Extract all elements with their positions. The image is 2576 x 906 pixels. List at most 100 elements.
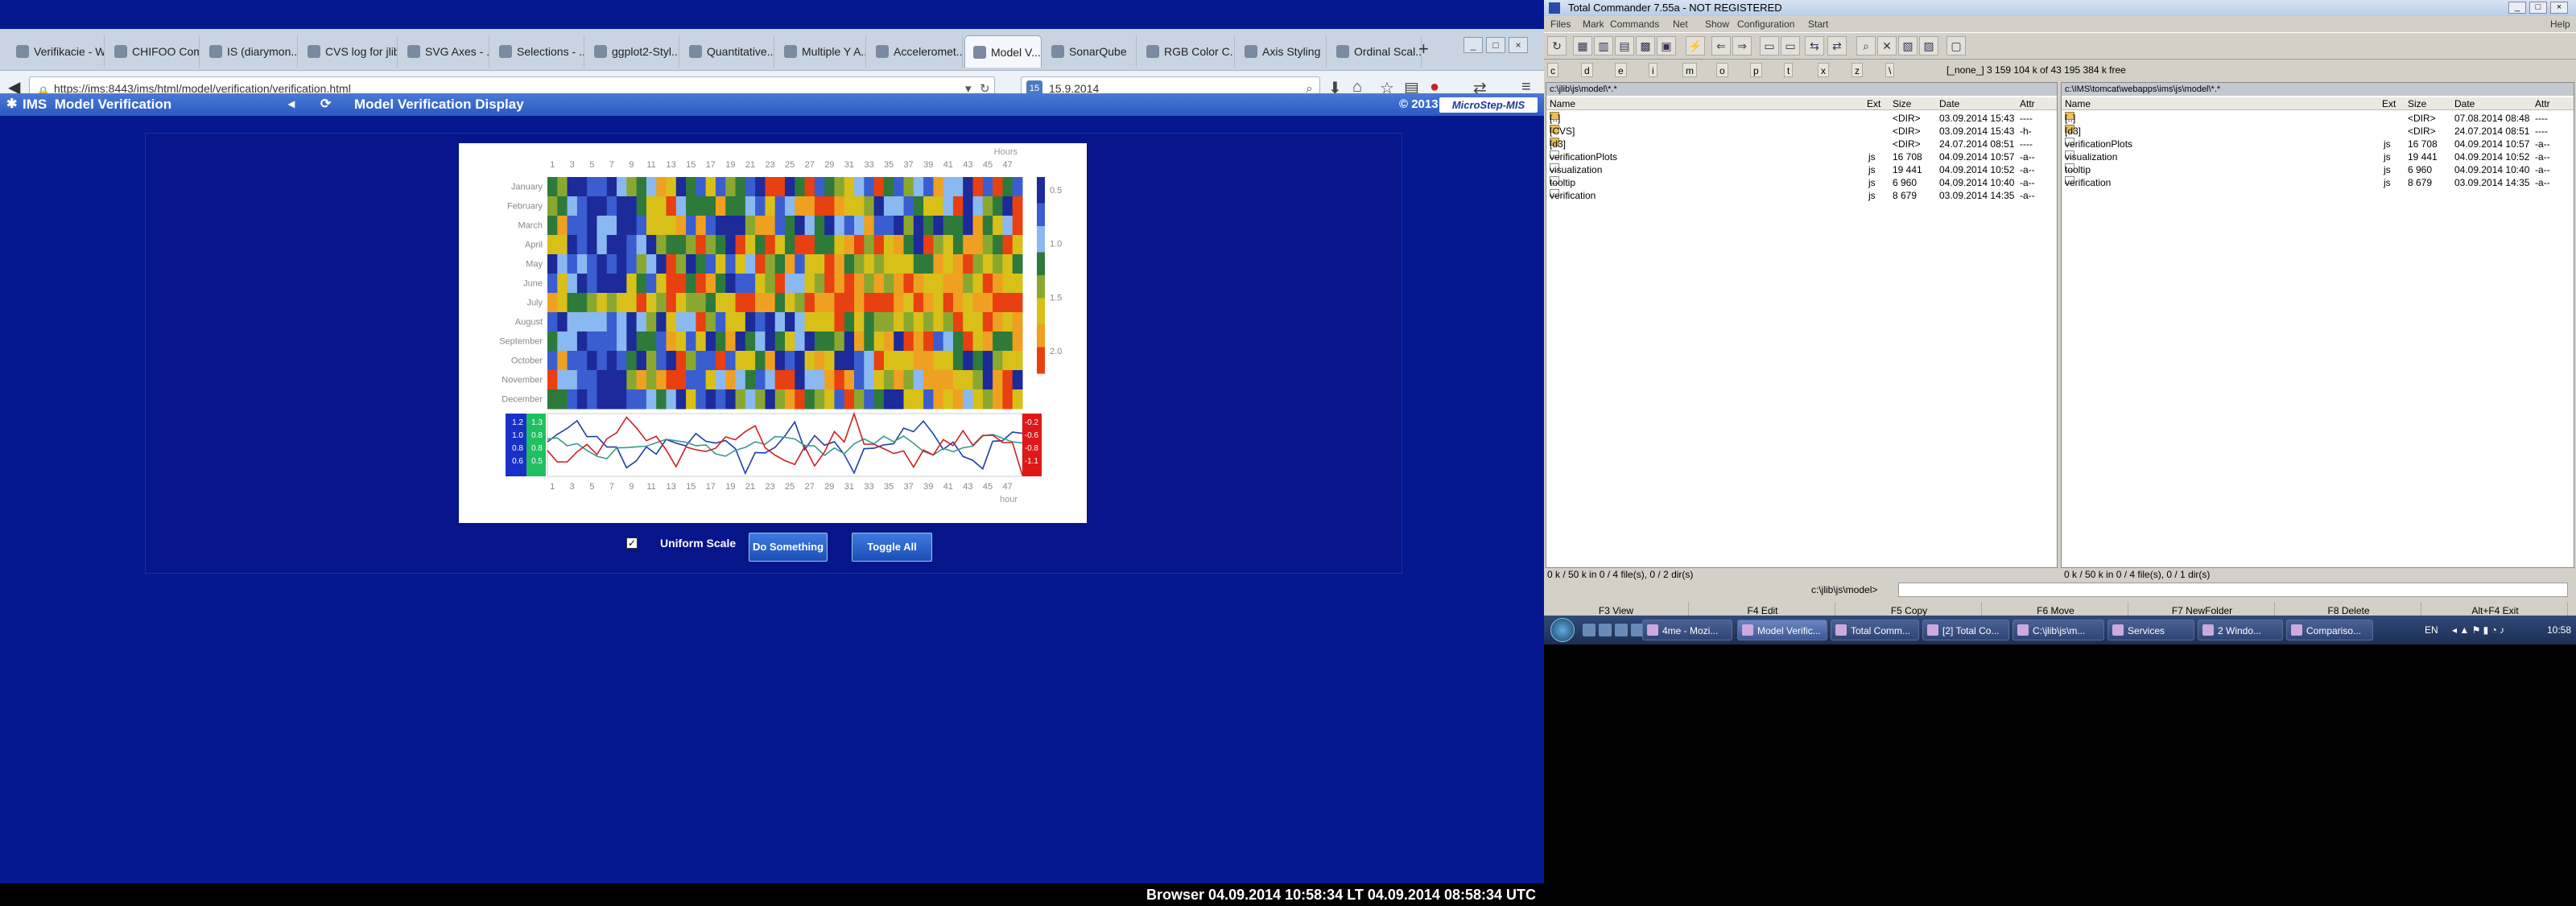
heatmap-cell[interactable] [864, 389, 875, 410]
heatmap-cell[interactable] [804, 351, 815, 371]
heatmap-cell[interactable] [686, 177, 696, 197]
heatmap-cell[interactable] [547, 196, 558, 216]
heatmap-cell[interactable] [617, 312, 627, 332]
heatmap-cell[interactable] [735, 293, 746, 313]
heatmap-cell[interactable] [705, 216, 716, 236]
heatmap-cell[interactable] [814, 254, 825, 274]
heatmap-cell[interactable] [666, 312, 677, 332]
heatmap-cell[interactable] [686, 216, 696, 236]
heatmap-cell[interactable] [894, 332, 904, 352]
heatmap-cell[interactable] [774, 389, 786, 410]
heatmap-cell[interactable] [993, 332, 1003, 352]
heatmap-cell[interactable] [646, 235, 657, 255]
heatmap-cell[interactable] [686, 351, 696, 371]
heatmap-cell[interactable] [923, 177, 934, 197]
heatmap-cell[interactable] [686, 274, 696, 294]
heatmap-cell[interactable] [617, 370, 627, 390]
tc-file-row[interactable]: verification js 8 679 03.09.2014 14:35 -a-- [1546, 189, 2057, 202]
heatmap-cell[interactable] [725, 332, 737, 352]
tc-toolbar-icon[interactable]: ⇄ [1827, 36, 1847, 56]
heatmap-cell[interactable] [923, 235, 934, 255]
heatmap-cell[interactable] [636, 274, 647, 294]
heatmap-cell[interactable] [873, 351, 885, 371]
heatmap-cell[interactable] [656, 196, 667, 216]
heatmap-cell[interactable] [814, 196, 825, 216]
heatmap-cell[interactable] [774, 332, 786, 352]
heatmap-cell[interactable] [745, 177, 756, 197]
heatmap-cell[interactable] [854, 196, 865, 216]
heatmap-cell[interactable] [1002, 332, 1013, 352]
heatmap-cell[interactable] [686, 196, 696, 216]
heatmap-cell[interactable] [646, 177, 657, 197]
heatmap-cell[interactable] [873, 196, 885, 216]
heatmap-cell[interactable] [587, 254, 597, 274]
heatmap-cell[interactable] [666, 389, 677, 410]
heatmap-cell[interactable] [666, 196, 677, 216]
heatmap-cell[interactable] [576, 351, 588, 371]
heatmap-cell[interactable] [696, 196, 707, 216]
heatmap-cell[interactable] [894, 293, 904, 313]
heatmap-cell[interactable] [1012, 254, 1023, 274]
heatmap-cell[interactable] [844, 216, 855, 236]
heatmap-cell[interactable] [774, 177, 786, 197]
heatmap-cell[interactable] [873, 293, 885, 313]
heatmap-cell[interactable] [675, 235, 687, 255]
heatmap-cell[interactable] [755, 196, 766, 216]
heatmap-cell[interactable] [864, 216, 875, 236]
heatmap-cell[interactable] [557, 177, 568, 197]
heatmap-cell[interactable] [576, 312, 588, 332]
heatmap-cell[interactable] [795, 293, 806, 313]
heatmap-cell[interactable] [785, 351, 795, 371]
heatmap-cell[interactable] [636, 293, 647, 313]
tc-file-row[interactable]: visualization js 19 441 04.09.2014 10:52 -a-… [2062, 150, 2574, 163]
heatmap-cell[interactable] [854, 389, 865, 410]
heatmap-cell[interactable] [765, 293, 776, 313]
heatmap-cell[interactable] [705, 370, 716, 390]
heatmap-cell[interactable] [626, 177, 638, 197]
heatmap-cell[interactable] [774, 196, 786, 216]
heatmap-cell[interactable] [666, 216, 677, 236]
heatmap-cell[interactable] [675, 370, 687, 390]
browser-tab[interactable]: SonarQube [1043, 35, 1137, 68]
heatmap-cell[interactable] [963, 351, 974, 371]
tc-menu-item[interactable]: Show [1705, 17, 1729, 31]
heatmap-cell[interactable] [696, 254, 707, 274]
tc-toolbar-icon[interactable]: ▭ [1781, 36, 1800, 56]
heatmap-cell[interactable] [696, 370, 707, 390]
heatmap-cell[interactable] [903, 332, 914, 352]
heatmap-cell[interactable] [646, 274, 657, 294]
heatmap-cell[interactable] [675, 254, 687, 274]
heatmap-cell[interactable] [913, 312, 924, 332]
heatmap-cell[interactable] [745, 216, 756, 236]
refresh-icon[interactable]: ⟳ [320, 96, 331, 112]
heatmap-cell[interactable] [705, 235, 716, 255]
heatmap-cell[interactable] [894, 351, 904, 371]
heatmap-cell[interactable] [834, 312, 845, 332]
browser-tab[interactable]: ggplot2-Styl... [586, 35, 679, 68]
heatmap-cell[interactable] [814, 312, 825, 332]
heatmap-cell[interactable] [883, 196, 894, 216]
heatmap-cell[interactable] [696, 216, 707, 236]
heatmap-cell[interactable] [617, 351, 627, 371]
heatmap-cell[interactable] [824, 351, 835, 371]
heatmap-cell[interactable] [785, 196, 795, 216]
heatmap-cell[interactable] [626, 332, 638, 352]
heatmap-cell[interactable] [943, 274, 954, 294]
heatmap-cell[interactable] [963, 332, 974, 352]
heatmap-cell[interactable] [933, 254, 944, 274]
heatmap-cell[interactable] [626, 274, 638, 294]
heatmap-cell[interactable] [913, 235, 924, 255]
heatmap-cell[interactable] [923, 216, 934, 236]
heatmap-cell[interactable] [636, 312, 647, 332]
heatmap-cell[interactable] [696, 235, 707, 255]
heatmap-cell[interactable] [804, 274, 815, 294]
quicklaunch-icon[interactable] [1583, 624, 1596, 636]
heatmap-cell[interactable] [656, 254, 667, 274]
heatmap-cell[interactable] [656, 312, 667, 332]
tc-file-row[interactable]: [d3] <DIR> 24.07.2014 08:51 ---- [1546, 138, 2057, 150]
tc-menu-item[interactable]: Net [1673, 17, 1688, 31]
heatmap-cell[interactable] [576, 274, 588, 294]
heatmap-cell[interactable] [844, 332, 855, 352]
tc-toolbar-icon[interactable]: ▧ [1898, 36, 1918, 56]
heatmap-cell[interactable] [785, 389, 795, 410]
